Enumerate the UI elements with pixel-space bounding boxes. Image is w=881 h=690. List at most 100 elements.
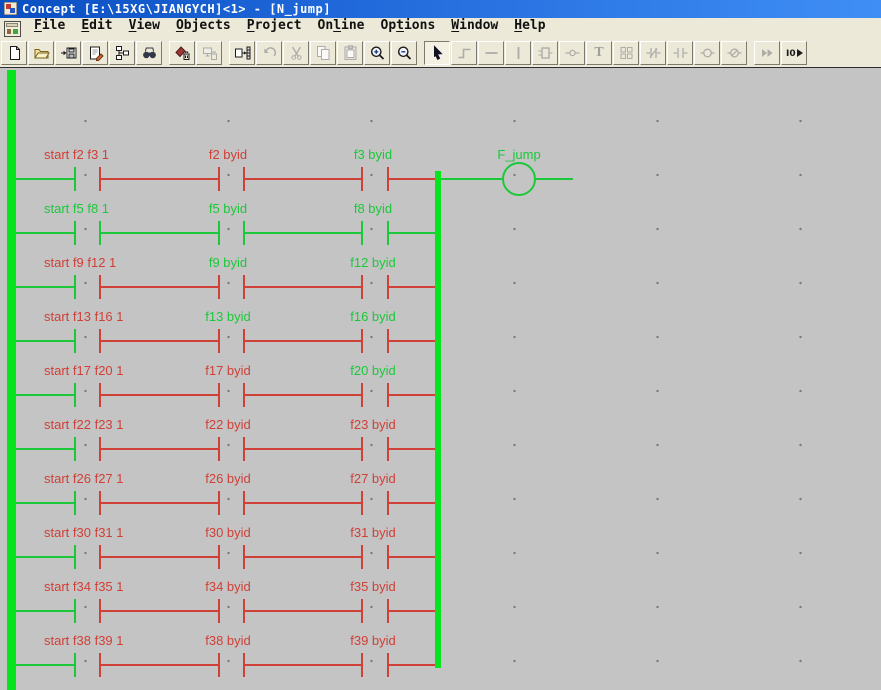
contact-label[interactable]: f20 byid — [350, 363, 396, 378]
contact-label[interactable]: start f5 f8 1 — [44, 201, 109, 216]
contact-leg — [361, 491, 363, 515]
contact-label[interactable]: f5 byid — [209, 201, 247, 216]
contact-label[interactable]: f23 byid — [350, 417, 396, 432]
contact-label[interactable]: start f30 f31 1 — [44, 525, 124, 540]
contact-label[interactable]: f16 byid — [350, 309, 396, 324]
select-mode-button[interactable] — [424, 41, 450, 65]
document-properties-button[interactable] — [82, 41, 108, 65]
contact-label[interactable]: start f26 f27 1 — [44, 471, 124, 486]
contact-label[interactable]: start f13 f16 1 — [44, 309, 124, 324]
contact-label[interactable]: f2 byid — [209, 147, 247, 162]
cut-button[interactable] — [283, 41, 309, 65]
open-button[interactable] — [28, 41, 54, 65]
contact-label[interactable]: f39 byid — [350, 633, 396, 648]
rung-wire — [245, 610, 361, 612]
menu-online[interactable]: Online — [310, 18, 373, 33]
contact-label[interactable]: f26 byid — [205, 471, 251, 486]
coil-button[interactable] — [694, 41, 720, 65]
contact-leg — [218, 653, 220, 677]
branch-tool-button[interactable] — [451, 41, 477, 65]
contact-label[interactable]: f34 byid — [205, 579, 251, 594]
copy-button[interactable] — [310, 41, 336, 65]
contact-label[interactable]: f9 byid — [209, 255, 247, 270]
contact-label[interactable]: f38 byid — [205, 633, 251, 648]
wire-node-icon — [564, 45, 581, 61]
rung-wire — [245, 394, 361, 396]
ladder-editor-canvas[interactable]: start f2 f3 1 f2 byid f3 byid start f5 f8 1… — [0, 68, 881, 690]
contact-label[interactable]: f3 byid — [354, 147, 392, 162]
contact-label[interactable]: start f2 f3 1 — [44, 147, 109, 162]
contact-label[interactable]: f8 byid — [354, 201, 392, 216]
double-arrow-icon — [759, 45, 776, 61]
zoom-out-button[interactable] — [391, 41, 417, 65]
menu-window[interactable]: Window — [443, 18, 506, 33]
clear-plc-button[interactable] — [169, 41, 195, 65]
rung-wire — [245, 286, 361, 288]
text-tool-button[interactable]: T — [586, 41, 612, 65]
rung-wire — [101, 448, 218, 450]
rung-wire — [16, 286, 74, 288]
contact-leg — [218, 599, 220, 623]
contact-leg — [361, 221, 363, 245]
start-animation-button[interactable]: I0 — [781, 41, 807, 65]
contact-label[interactable]: f31 byid — [350, 525, 396, 540]
menu-edit[interactable]: Edit — [73, 18, 120, 33]
floppy-module-icon — [234, 45, 251, 61]
coil-label[interactable]: F_jump — [497, 147, 540, 162]
contact-label[interactable]: f12 byid — [350, 255, 396, 270]
menu-view[interactable]: View — [121, 18, 168, 33]
paste-button[interactable] — [337, 41, 363, 65]
contact-label[interactable]: start f34 f35 1 — [44, 579, 124, 594]
contact-label[interactable]: f13 byid — [205, 309, 251, 324]
rung-wire — [16, 502, 74, 504]
vertical-link-button[interactable] — [505, 41, 531, 65]
project-browser-button[interactable] — [109, 41, 135, 65]
contact-label[interactable]: start f38 f39 1 — [44, 633, 124, 648]
delete-plc-button[interactable] — [196, 41, 222, 65]
contact-label[interactable]: start f17 f20 1 — [44, 363, 124, 378]
grid-88-icon — [618, 45, 635, 61]
search-button[interactable] — [136, 41, 162, 65]
rung-wire — [389, 610, 435, 612]
contact-leg — [218, 221, 220, 245]
nc-contact-button[interactable] — [640, 41, 666, 65]
go-on-button[interactable] — [754, 41, 780, 65]
menu-objects[interactable]: Objects — [168, 18, 239, 33]
rung-wire — [16, 448, 74, 450]
contact-label[interactable]: start f9 f12 1 — [44, 255, 116, 270]
undo-button[interactable] — [256, 41, 282, 65]
contact-label[interactable]: f17 byid — [205, 363, 251, 378]
contact-label[interactable]: f27 byid — [350, 471, 396, 486]
document-window-icon[interactable] — [4, 21, 21, 37]
zoom-in-button[interactable] — [364, 41, 390, 65]
save-button[interactable] — [55, 41, 81, 65]
menu-options[interactable]: Options — [373, 18, 444, 33]
rung-wire — [389, 664, 435, 666]
contact-leg — [361, 545, 363, 569]
horizontal-link-button[interactable] — [478, 41, 504, 65]
node-tool-button[interactable] — [559, 41, 585, 65]
ffb-selection-button[interactable] — [613, 41, 639, 65]
contact-leg — [74, 275, 76, 299]
doc-edit-icon — [87, 45, 104, 61]
negated-coil-button[interactable] — [721, 41, 747, 65]
rung-wire — [389, 232, 435, 234]
new-button[interactable] — [1, 41, 27, 65]
contact-leg — [74, 491, 76, 515]
menu-help[interactable]: Help — [506, 18, 553, 33]
rung-wire — [245, 340, 361, 342]
contact-label[interactable]: f22 byid — [205, 417, 251, 432]
download-plc-button[interactable] — [229, 41, 255, 65]
contact-label[interactable]: f35 byid — [350, 579, 396, 594]
toolbar-separator — [162, 41, 168, 63]
contact-label[interactable]: start f22 f23 1 — [44, 417, 124, 432]
rung-wire — [16, 340, 74, 342]
function-block-button[interactable] — [532, 41, 558, 65]
menu-project[interactable]: Project — [239, 18, 310, 33]
menu-file[interactable]: File — [26, 18, 73, 33]
contact-label[interactable]: f30 byid — [205, 525, 251, 540]
contact-leg — [361, 437, 363, 461]
coil[interactable] — [502, 162, 536, 196]
no-contact-button[interactable] — [667, 41, 693, 65]
rung-wire — [101, 556, 218, 558]
